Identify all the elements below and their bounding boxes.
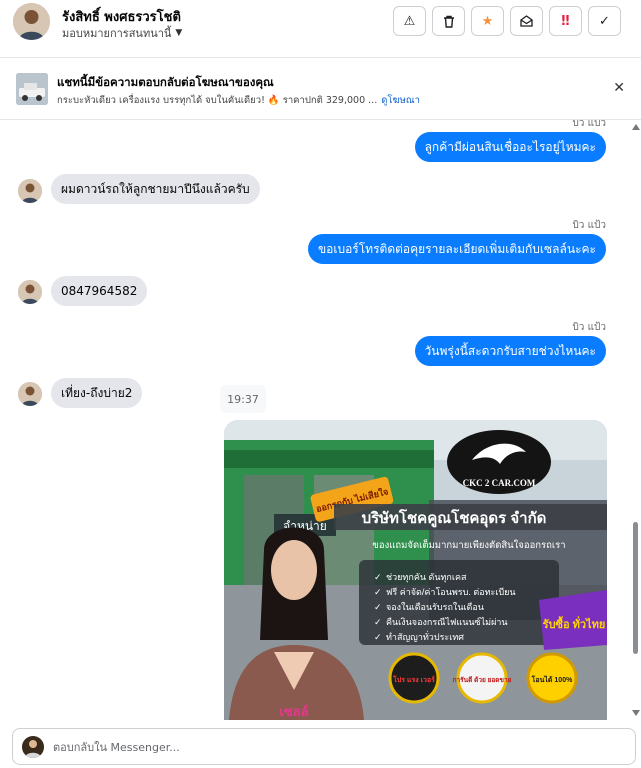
promo-bullet: จองในเดือนรับรถในเดือน xyxy=(386,602,484,612)
logo-text: CKC 2 CAR.COM xyxy=(463,478,536,488)
outgoing-message[interactable]: ขอเบอร์โทรติดต่อคุยรายละเอียดเพิ่มเติมกั… xyxy=(307,234,606,264)
outgoing-message[interactable]: ลูกค้ามีผ่อนสินเชื่ออะไรอยู่ไหมคะ xyxy=(414,132,606,162)
check-icon: ✓ xyxy=(599,13,610,29)
ad-banner-title: แชทนี้มีข้อความตอบกลับต่อโฆษณาของคุณ xyxy=(57,75,274,89)
contact-avatar-small xyxy=(18,280,42,304)
reply-input[interactable] xyxy=(53,736,613,758)
caret-down-icon: ▼ xyxy=(175,28,183,38)
exclamation-icon: ‼ xyxy=(561,13,570,29)
svg-text:✓: ✓ xyxy=(374,602,382,612)
mark-urgent-button[interactable]: ‼ xyxy=(549,6,582,36)
scroll-up-arrow-icon[interactable] xyxy=(632,124,640,130)
delete-button[interactable] xyxy=(432,6,465,36)
svg-text:✓: ✓ xyxy=(374,587,382,597)
mark-done-button[interactable]: ✓ xyxy=(588,6,621,36)
svg-text:✓: ✓ xyxy=(374,632,382,642)
view-ad-link[interactable]: ดูโฆษณา xyxy=(381,95,420,106)
conversation-header: รังสิทธิ์ พงศธรวรโชติ มอบหมายการสนทนานี้… xyxy=(0,0,641,58)
ribbon-text: รับซื้อ ทั่วไทย xyxy=(543,616,606,631)
image-attachment[interactable]: CKC 2 CAR.COM จำหน่าย ออกรถกับ ไม่เสียใจ… xyxy=(224,420,607,720)
incoming-message[interactable]: เที่ยง-ถึงบ่าย2 xyxy=(51,378,143,408)
mark-unread-button[interactable] xyxy=(510,6,543,36)
contact-avatar[interactable] xyxy=(13,3,50,40)
promo-bullet: คืนเงินจองกรณีไฟแนนซ์ไม่ผ่าน xyxy=(386,616,508,627)
close-icon[interactable]: ✕ xyxy=(613,80,625,96)
tagline-text: ของแถมจัดเต็มมากมายเพียงตัดสินใจออกรถเรา xyxy=(372,538,565,551)
envelope-open-icon xyxy=(520,15,533,27)
badge-text: การันตี ด้วย ยอดขาย xyxy=(453,675,512,684)
contact-avatar-small xyxy=(18,179,42,203)
sender-name: บิว แป้ว xyxy=(572,220,606,231)
company-name-text: บริษัทโชคคูณโชคอุดร จำกัด xyxy=(362,508,547,528)
message-timestamp: 19:37 xyxy=(220,385,266,413)
star-button[interactable]: ★ xyxy=(471,6,504,36)
promo-bullet: ช่วยทุกคัน ดันทุกเคส xyxy=(386,572,467,583)
scroll-thumb[interactable] xyxy=(633,522,638,654)
contact-avatar-small xyxy=(18,382,42,406)
incoming-message[interactable]: 0847964582 xyxy=(51,276,148,306)
badge-text: โปร แรง เวอร์ xyxy=(392,675,435,684)
svg-text:✓: ✓ xyxy=(374,572,382,582)
sender-name: บิว แป้ว xyxy=(572,120,606,129)
report-spam-button[interactable]: ⚠ xyxy=(393,6,426,36)
trash-icon xyxy=(443,15,454,28)
page-avatar xyxy=(22,736,44,758)
star-icon: ★ xyxy=(481,13,494,29)
reply-composer xyxy=(12,728,636,765)
assign-label: มอบหมายการสนทนานี้ xyxy=(62,27,172,40)
message-thread[interactable]: บิว แป้ว ลูกค้ามีผ่อนสินเชื่ออะไรอยู่ไหม… xyxy=(0,120,630,720)
ad-description-text: กระบะหัวเดียว เครื่องแรง บรรทุกได้ จบในค… xyxy=(57,95,378,106)
ad-thumbnail[interactable] xyxy=(16,73,48,105)
shirt-text: เซลล์ xyxy=(279,704,308,719)
svg-text:✓: ✓ xyxy=(374,617,382,627)
ad-reply-banner: แชทนี้มีข้อความตอบกลับต่อโฆษณาของคุณ กระ… xyxy=(0,58,641,120)
conversation-actions: ⚠ ★ ‼ ✓ xyxy=(393,6,621,36)
outgoing-message[interactable]: วันพรุ่งนี้สะดวกรับสายช่วงไหนคะ xyxy=(414,336,606,366)
incoming-message[interactable]: ผมดาวน์รถให้ลูกชายมาปีนึงแล้วครับ xyxy=(51,174,260,204)
scroll-down-arrow-icon[interactable] xyxy=(632,710,640,716)
promo-bullet: ทำสัญญาทั่วประเทศ xyxy=(386,630,464,642)
warning-icon: ⚠ xyxy=(403,13,416,29)
thread-scrollbar[interactable] xyxy=(630,120,641,720)
promo-bullet: ฟรี ค่าจัด/ค่าโอนพรบ. ต่อทะเบียน xyxy=(386,587,516,597)
ad-banner-description: กระบะหัวเดียว เครื่องแรง บรรทุกได้ จบในค… xyxy=(57,93,537,108)
sender-name: บิว แป้ว xyxy=(572,322,606,333)
assign-conversation-dropdown[interactable]: มอบหมายการสนทนานี้ ▼ xyxy=(62,24,182,42)
badge-text: โอนได้ 100% xyxy=(531,675,573,684)
